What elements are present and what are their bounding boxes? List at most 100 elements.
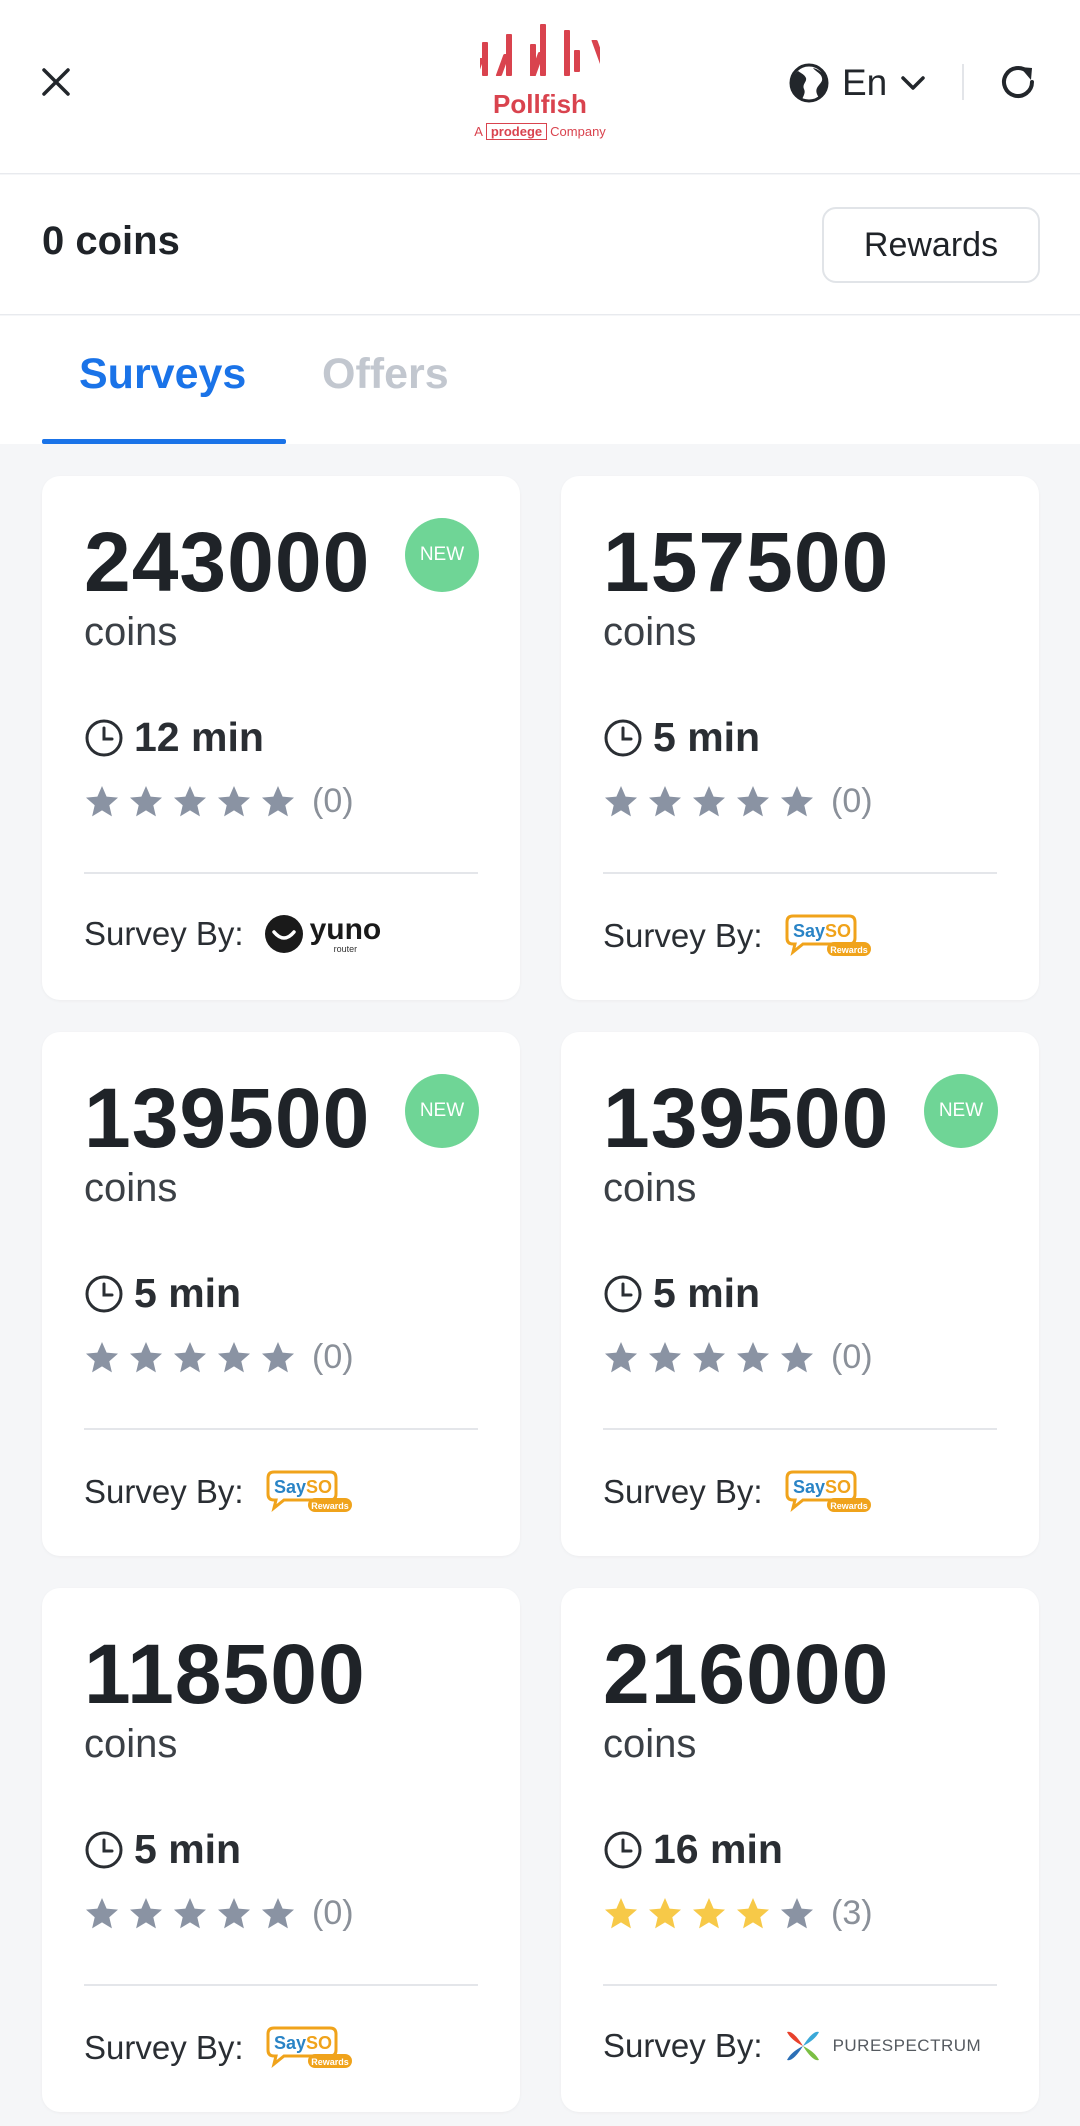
header-divider (962, 64, 964, 100)
survey-card[interactable]: 157500 coins 5 min (0) Survey By: Say SO Reward… (561, 476, 1039, 1000)
survey-duration: 12 min (84, 714, 264, 761)
star-empty-icon (262, 785, 294, 816)
survey-card[interactable]: 216000 coins 16 min (3) Survey By: PURESPECTR… (561, 1588, 1039, 2112)
survey-coin-unit: coins (603, 1722, 697, 1766)
card-divider (84, 1984, 478, 1986)
star-empty-icon (262, 1897, 294, 1928)
survey-coin-amount: 118500 (84, 1627, 366, 1721)
sayso-say-text: Say (793, 1477, 825, 1497)
close-icon[interactable] (36, 62, 76, 102)
tab-offers[interactable]: Offers (322, 350, 449, 399)
tab-surveys[interactable]: Surveys (79, 350, 246, 399)
survey-by-label: Survey By: (603, 917, 763, 954)
survey-by-label: Survey By: (84, 2029, 244, 2066)
sayso-say-text: Say (274, 1477, 306, 1497)
survey-duration-text: 16 min (653, 1826, 783, 1872)
rating-count: (0) (312, 1338, 354, 1376)
star-empty-icon (693, 785, 725, 816)
rewards-button[interactable]: Rewards (822, 207, 1040, 283)
globe-icon (789, 63, 829, 103)
card-divider (603, 1428, 997, 1430)
survey-coin-unit: coins (603, 1166, 697, 1210)
survey-coin-amount: 243000 (84, 515, 371, 609)
survey-duration-text: 12 min (134, 714, 264, 760)
rating-count: (3) (831, 1894, 873, 1932)
survey-coin-unit: coins (603, 610, 697, 654)
sayso-so-text: SO (306, 2033, 332, 2053)
survey-provider: Survey By: yuno router (84, 914, 381, 954)
pollfish-logo: Pollfish Aprodege Company (460, 20, 620, 150)
survey-card[interactable]: 139500 coins NEW 5 min (0) Survey By: Say SO Rew… (42, 1032, 520, 1556)
new-badge: NEW (405, 1074, 479, 1148)
card-divider (84, 1428, 478, 1430)
clock-icon (604, 719, 642, 756)
pollfish-logo-mark (471, 24, 608, 76)
star-filled-icon (693, 1897, 725, 1928)
refresh-icon[interactable] (996, 60, 1040, 104)
clock-icon (604, 1275, 642, 1312)
survey-duration: 16 min (603, 1826, 783, 1873)
top-header: Pollfish Aprodege Company En (0, 0, 1080, 174)
yuno-sub: router (333, 943, 358, 954)
survey-coin-amount: 216000 (603, 1627, 890, 1721)
survey-rating: (0) (84, 1338, 354, 1377)
survey-coin-unit: coins (84, 1166, 178, 1210)
star-empty-icon (649, 1341, 681, 1372)
sayso-say-text: Say (793, 921, 825, 941)
survey-coin-amount: 157500 (603, 515, 890, 609)
rating-count: (0) (312, 1894, 354, 1932)
star-empty-icon (218, 785, 250, 816)
sayso-so-text: SO (825, 1477, 851, 1497)
clock-icon (604, 1831, 642, 1868)
card-divider (84, 872, 478, 874)
language-selector[interactable]: En (788, 60, 927, 106)
sayso-logo: Say SO Rewards (264, 2026, 354, 2070)
star-empty-icon (218, 1897, 250, 1928)
rating-count: (0) (831, 782, 873, 820)
clock-icon (85, 1831, 123, 1868)
star-empty-icon (174, 1897, 206, 1928)
survey-card[interactable]: 243000 coins NEW 12 min (0) Survey By: yuno rou… (42, 476, 520, 1000)
tab-bar: Surveys Offers (0, 316, 1080, 444)
survey-coin-unit: coins (84, 610, 178, 654)
yuno-mark-icon (264, 915, 303, 953)
survey-duration: 5 min (603, 1270, 760, 1317)
clock-icon (85, 719, 123, 756)
survey-provider: Survey By: Say SO Rewards (84, 2026, 354, 2070)
purespectrum-name: PURESPECTRUM (832, 2036, 982, 2055)
star-empty-icon (86, 1341, 118, 1372)
sayso-rewards-text: Rewards (311, 2057, 349, 2067)
survey-rating: (0) (603, 782, 873, 821)
survey-provider: Survey By: Say SO Rewards (603, 1470, 873, 1514)
survey-provider: Survey By: Say SO Rewards (603, 914, 873, 958)
star-empty-icon (781, 1341, 813, 1372)
star-empty-icon (174, 785, 206, 816)
logo-company-prefix: A (474, 124, 483, 139)
survey-duration-text: 5 min (134, 1270, 242, 1316)
star-empty-icon (218, 1341, 250, 1372)
survey-card[interactable]: 118500 coins 5 min (0) Survey By: Say SO Reward… (42, 1588, 520, 2112)
purespectrum-logo: PURESPECTRUM (783, 2026, 982, 2066)
sayso-rewards-text: Rewards (830, 945, 868, 955)
survey-by-label: Survey By: (84, 915, 244, 952)
survey-rating: (3) (603, 1894, 873, 1933)
survey-by-label: Survey By: (603, 1473, 763, 1510)
star-filled-icon (649, 1897, 681, 1928)
logo-brand: Pollfish (493, 89, 587, 119)
yuno-logo: yuno router (264, 914, 381, 954)
survey-by-label: Survey By: (84, 1473, 244, 1510)
survey-duration: 5 min (603, 714, 760, 761)
logo-company-pro: prodege (485, 123, 548, 140)
star-filled-icon (605, 1897, 637, 1928)
clock-icon (85, 1275, 123, 1312)
star-empty-icon (693, 1341, 725, 1372)
survey-rating: (0) (603, 1338, 873, 1377)
rating-count: (0) (312, 782, 354, 820)
survey-coin-amount: 139500 (84, 1071, 371, 1165)
survey-provider: Survey By: PURESPECTRUM (603, 2026, 981, 2066)
survey-card[interactable]: 139500 coins NEW 5 min (0) Survey By: Say SO Rew… (561, 1032, 1039, 1556)
chevron-down-icon (901, 76, 926, 90)
star-empty-icon (130, 1341, 162, 1372)
star-empty-icon (86, 785, 118, 816)
card-divider (603, 1984, 997, 1986)
